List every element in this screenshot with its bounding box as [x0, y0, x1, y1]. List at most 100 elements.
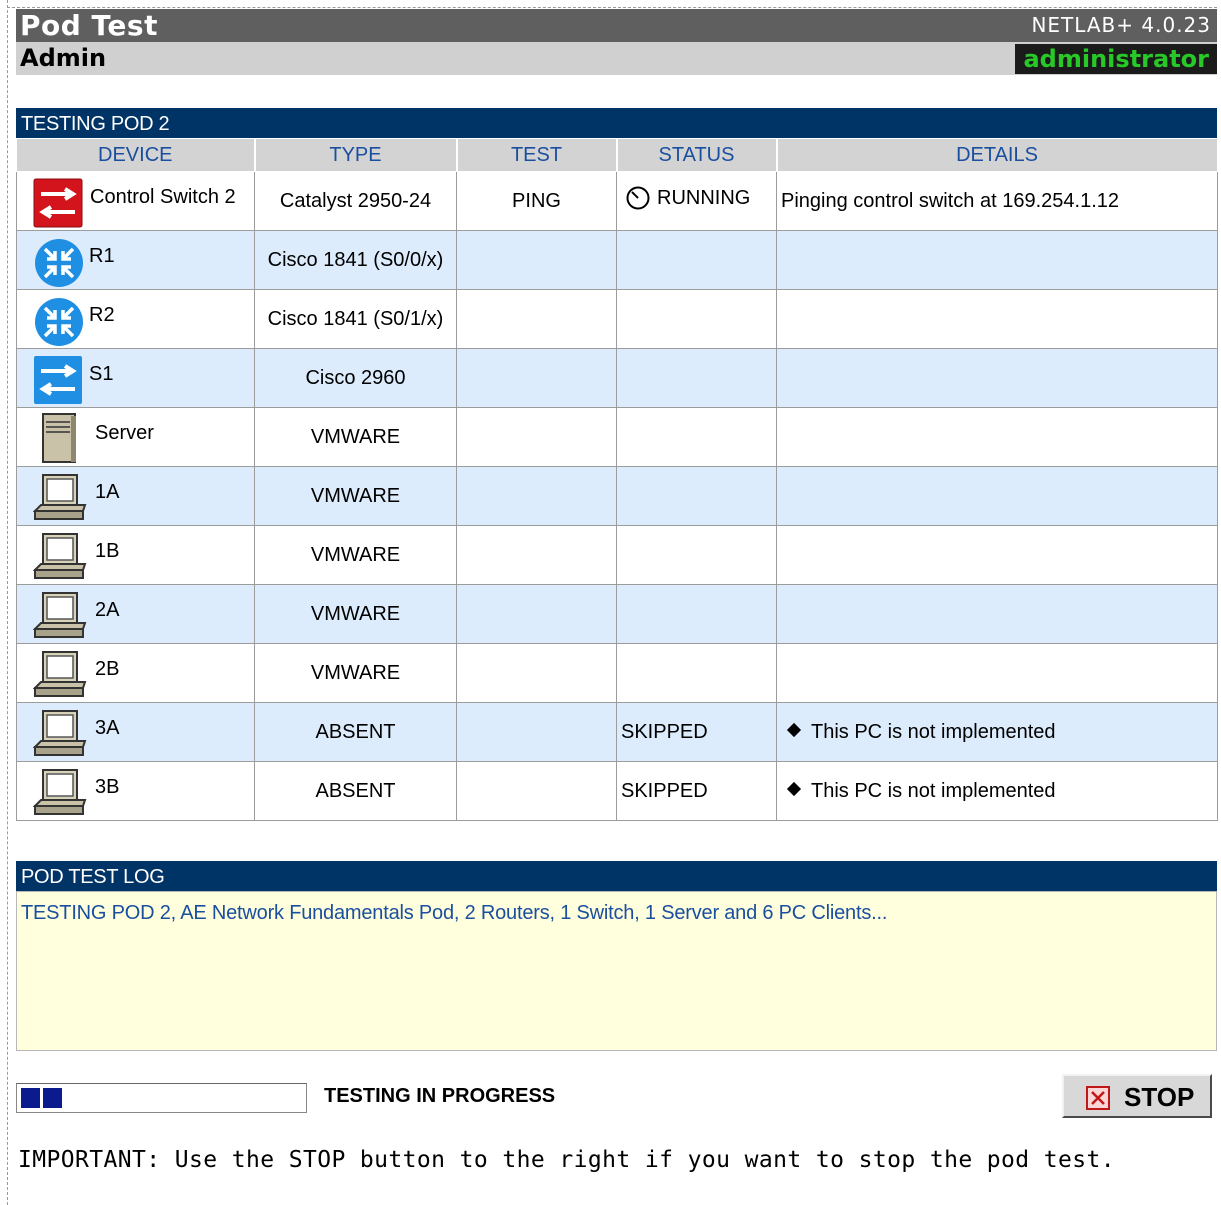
user-badge: administrator	[1015, 44, 1217, 74]
column-header-status: STATUS	[616, 138, 778, 172]
type-cell: Cisco 1841 (S0/0/x)	[254, 230, 457, 290]
switch-icon	[34, 356, 82, 404]
details-text: This PC is not implemented	[811, 779, 1056, 802]
details-cell	[776, 525, 1218, 585]
device-cell: 1A	[16, 466, 255, 526]
device-cell: 2B	[16, 643, 255, 703]
test-cell	[456, 525, 617, 585]
status-cell	[616, 584, 777, 644]
timer-icon	[626, 186, 650, 210]
progress-block	[21, 1088, 40, 1108]
table-row: S1 Cisco 2960	[16, 348, 1218, 408]
log-box: TESTING POD 2, AE Network Fundamentals P…	[16, 891, 1217, 1051]
page-guide-left	[7, 0, 8, 1205]
device-name: 3B	[95, 776, 120, 798]
details-cell: This PC is not implemented	[776, 761, 1218, 821]
table-header-row: DEVICE TYPE TEST STATUS DETAILS	[16, 138, 1219, 172]
pc-icon	[33, 533, 87, 579]
table-row: 2A VMWARE	[16, 584, 1218, 644]
device-cell: Server	[16, 407, 255, 467]
column-header-details: DETAILS	[776, 138, 1219, 172]
test-cell	[456, 643, 617, 703]
device-cell: 2A	[16, 584, 255, 644]
status-cell	[616, 466, 777, 526]
status-cell	[616, 289, 777, 349]
device-cell: 3A	[16, 702, 255, 762]
test-cell: PING	[456, 171, 617, 231]
type-cell: Catalyst 2950-24	[254, 171, 457, 231]
page-title: Pod Test	[20, 9, 158, 42]
test-cell	[456, 230, 617, 290]
type-cell: VMWARE	[254, 466, 457, 526]
pc-icon	[33, 651, 87, 697]
details-cell	[776, 348, 1218, 408]
status-text: RUNNING	[657, 186, 751, 209]
bullet-icon	[786, 723, 802, 738]
device-name: 1B	[95, 540, 120, 562]
test-cell	[456, 348, 617, 408]
control-switch-icon	[33, 178, 83, 228]
type-cell: ABSENT	[254, 702, 457, 762]
table-row: 2B VMWARE	[16, 643, 1218, 703]
section-title: Admin	[20, 44, 107, 72]
column-header-type: TYPE	[254, 138, 458, 172]
testing-panel-title: TESTING POD 2	[21, 113, 170, 135]
device-name: 1A	[95, 481, 120, 503]
testing-panel-header: TESTING POD 2	[16, 108, 1217, 138]
pc-icon	[33, 592, 87, 638]
table-row: 1A VMWARE	[16, 466, 1218, 526]
pc-icon	[33, 474, 87, 520]
server-icon	[42, 413, 76, 463]
stop-button-label: STOP	[1124, 1082, 1195, 1112]
close-x-icon	[1086, 1086, 1110, 1110]
device-name: Server	[95, 422, 154, 444]
section-bar: Admin administrator	[16, 42, 1217, 75]
device-cell: 3B	[16, 761, 255, 821]
log-panel-header: POD TEST LOG	[16, 861, 1217, 891]
page-guide-top	[7, 7, 1217, 8]
status-cell	[616, 525, 777, 585]
status-cell	[616, 407, 777, 467]
type-cell: VMWARE	[254, 584, 457, 644]
details-cell: This PC is not implemented	[776, 702, 1218, 762]
details-cell	[776, 407, 1218, 467]
type-cell: VMWARE	[254, 407, 457, 467]
important-note: IMPORTANT: Use the STOP button to the ri…	[18, 1147, 1116, 1173]
status-cell	[616, 643, 777, 703]
status-cell	[616, 230, 777, 290]
status-cell: SKIPPED	[616, 702, 777, 762]
type-cell: ABSENT	[254, 761, 457, 821]
column-header-device: DEVICE	[16, 138, 256, 172]
stop-button[interactable]: STOP	[1062, 1074, 1212, 1118]
device-name: S1	[89, 363, 114, 385]
details-cell	[776, 584, 1218, 644]
device-name: R1	[89, 245, 115, 267]
table-row: R1 Cisco 1841 (S0/0/x)	[16, 230, 1218, 290]
progress-block	[43, 1088, 62, 1108]
details-cell	[776, 289, 1218, 349]
column-header-test: TEST	[456, 138, 618, 172]
type-cell: VMWARE	[254, 525, 457, 585]
details-cell	[776, 230, 1218, 290]
details-cell	[776, 466, 1218, 526]
details-text: This PC is not implemented	[811, 720, 1056, 743]
device-name: 2B	[95, 658, 120, 680]
progress-bar	[16, 1083, 307, 1113]
pc-icon	[33, 769, 87, 815]
test-cell	[456, 289, 617, 349]
test-cell	[456, 702, 617, 762]
device-name: Control Switch 2	[90, 186, 236, 208]
type-cell: Cisco 1841 (S0/1/x)	[254, 289, 457, 349]
router-icon	[35, 298, 83, 346]
status-cell	[616, 348, 777, 408]
test-cell	[456, 761, 617, 821]
table-row: 3B ABSENT SKIPPED This PC is not impleme…	[16, 761, 1218, 821]
details-cell	[776, 643, 1218, 703]
device-name: 2A	[95, 599, 120, 621]
bullet-icon	[786, 782, 802, 797]
table-row: 3A ABSENT SKIPPED This PC is not impleme…	[16, 702, 1218, 762]
title-bar: Pod Test NETLAB+ 4.0.23	[16, 9, 1217, 42]
pc-icon	[33, 710, 87, 756]
status-cell: SKIPPED	[616, 761, 777, 821]
test-cell	[456, 584, 617, 644]
